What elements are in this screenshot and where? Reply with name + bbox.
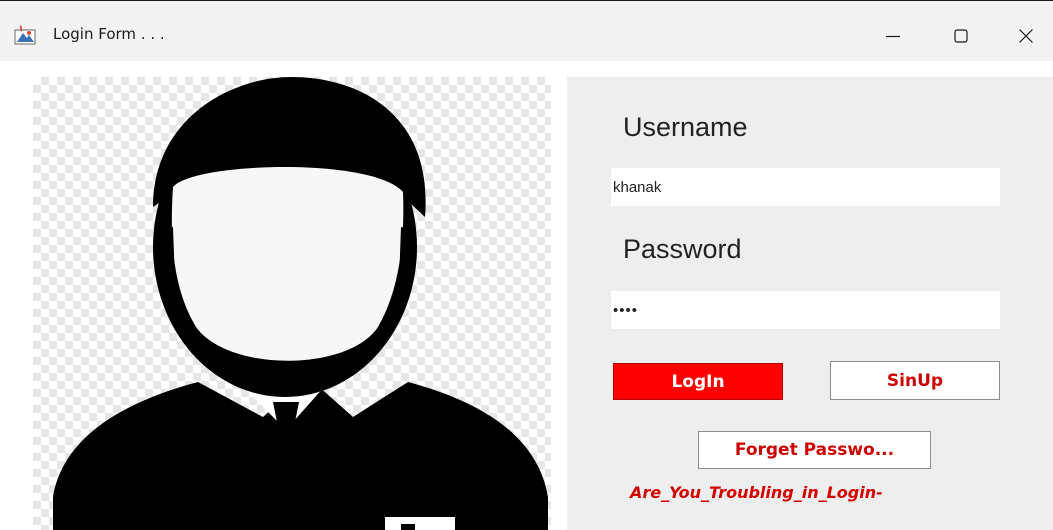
login-panel: Username Password LogIn SinUp Forget Pas… [567, 77, 1053, 530]
close-button[interactable] [1003, 15, 1049, 55]
trouble-login-link[interactable]: Are_You_Troubling_in_Login- [630, 483, 883, 502]
username-label: Username [623, 112, 748, 142]
window-title: Login Form . . . [53, 25, 165, 43]
minimize-button[interactable] [870, 15, 916, 55]
maximize-button[interactable] [938, 15, 984, 55]
password-label: Password [623, 234, 742, 264]
signup-button[interactable]: SinUp [830, 361, 1000, 400]
username-input[interactable] [611, 168, 1000, 206]
close-icon [1019, 29, 1033, 43]
forget-password-button[interactable]: Forget Passwo... [698, 431, 931, 469]
maximize-icon [954, 29, 968, 43]
title-bar[interactable]: Login Form . . . [0, 1, 1053, 61]
password-input[interactable] [611, 291, 1000, 329]
java-app-icon [14, 24, 36, 46]
minimize-icon [886, 35, 900, 38]
login-button[interactable]: LogIn [613, 363, 783, 400]
user-avatar-image [33, 77, 551, 530]
login-window: Login Form . . . Username khanak Passwor… [0, 0, 1053, 530]
